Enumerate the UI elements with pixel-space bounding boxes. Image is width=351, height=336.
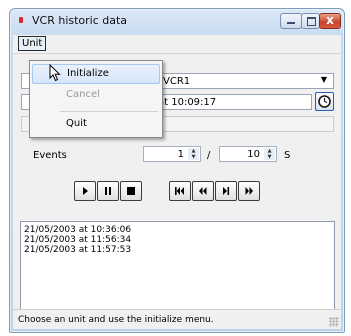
menu-separator: [60, 111, 158, 112]
list-item[interactable]: 21/05/2003 at 11:57:53: [24, 245, 331, 255]
first-button[interactable]: [169, 181, 191, 201]
events-separator: /: [207, 150, 211, 161]
minimize-icon: [287, 22, 295, 24]
menu-item-label: Initialize: [67, 68, 109, 79]
vcr-historic-window: VCR historic data x Unit _VCR1 ▼ at 10:0…: [9, 8, 345, 333]
events-from-spin[interactable]: ▲ ▼: [188, 148, 199, 160]
unit-menu-dropdown: Initialize Cancel Quit: [29, 60, 163, 138]
chevron-down-icon: ▼: [320, 75, 327, 84]
stop-button[interactable]: [120, 181, 142, 201]
status-text: Choose an unit and use the initialize me…: [18, 315, 214, 325]
events-unit-label: S: [284, 150, 291, 161]
step-forward-icon: [223, 187, 230, 195]
fast-forward-button[interactable]: [238, 181, 260, 201]
menu-item-cancel: Cancel: [32, 86, 160, 106]
rewind-button[interactable]: [192, 181, 214, 201]
pause-icon: [105, 187, 111, 195]
minimize-button[interactable]: [280, 13, 302, 29]
status-bar: Choose an unit and use the initialize me…: [13, 309, 341, 329]
menu-item-label: Quit: [66, 118, 87, 129]
events-to-spin[interactable]: ▲ ▼: [264, 148, 275, 160]
fast-forward-icon: [245, 187, 253, 195]
close-icon: x: [326, 13, 334, 27]
events-from-stepper[interactable]: 1 ▲ ▼: [143, 146, 201, 162]
menu-bar: Unit: [13, 35, 341, 53]
events-from-value: 1: [177, 149, 184, 160]
list-item[interactable]: 21/05/2003 at 10:36:06: [24, 225, 331, 235]
spin-down-icon[interactable]: ▼: [188, 154, 199, 160]
list-item[interactable]: 21/05/2003 at 11:56:34: [24, 235, 331, 245]
resize-grip-icon[interactable]: [329, 317, 339, 327]
events-to-value: 10: [247, 149, 260, 160]
play-icon: [83, 187, 88, 195]
events-label: Events: [33, 150, 67, 161]
pause-button[interactable]: [97, 181, 119, 201]
stop-icon: [127, 187, 135, 195]
clock-icon: [318, 95, 331, 108]
menu-item-label: Cancel: [66, 89, 100, 100]
maximize-icon: [307, 17, 316, 26]
maximize-button[interactable]: [301, 13, 320, 29]
window-title: VCR historic data: [32, 14, 128, 27]
events-to-stepper[interactable]: 10 ▲ ▼: [219, 146, 277, 162]
app-icon: [19, 17, 23, 23]
close-button[interactable]: x: [319, 13, 341, 29]
spin-down-icon[interactable]: ▼: [264, 154, 275, 160]
event-log-list[interactable]: 21/05/2003 at 10:36:06 21/05/2003 at 11:…: [20, 221, 335, 320]
menu-item-quit[interactable]: Quit: [32, 115, 160, 135]
title-bar[interactable]: VCR historic data x: [10, 9, 344, 35]
play-button[interactable]: [74, 181, 96, 201]
clock-button[interactable]: [315, 92, 334, 111]
datetime-value: at 10:09:17: [158, 97, 217, 108]
rewind-icon: [199, 187, 207, 195]
step-forward-button[interactable]: [215, 181, 237, 201]
pointer-cursor-icon: [49, 63, 61, 85]
first-icon: [175, 187, 184, 195]
menu-unit[interactable]: Unit: [18, 36, 47, 51]
